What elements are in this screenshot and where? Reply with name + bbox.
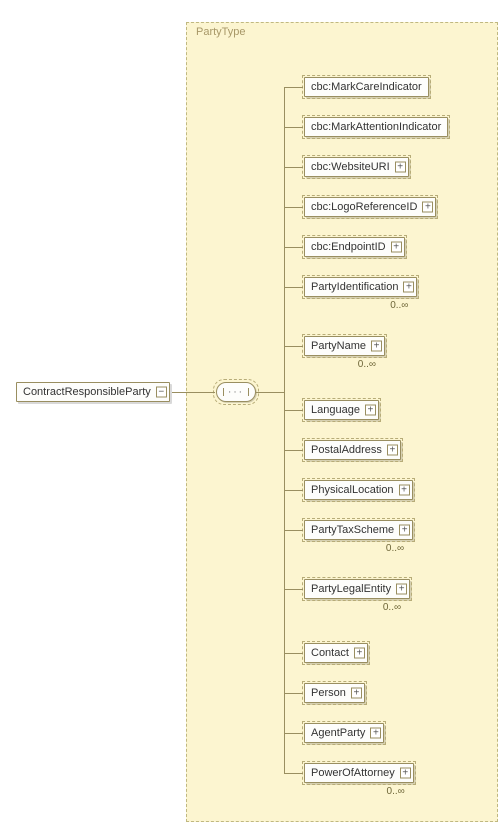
child-element-label: Contact — [311, 647, 349, 659]
root-element: ContractResponsibleParty − — [16, 382, 170, 402]
occurs-label: 0..∞ — [383, 602, 401, 613]
child-element: cbc:LogoReferenceID + — [304, 197, 436, 217]
child-element: PhysicalLocation + — [304, 480, 413, 500]
expand-icon[interactable]: + — [365, 405, 376, 416]
connector-line — [256, 392, 284, 393]
child-element-label: cbc:MarkCareIndicator — [311, 81, 422, 93]
child-element-label: PartyTaxScheme — [311, 524, 394, 536]
child-element: Person + — [304, 683, 365, 703]
child-element: PartyLegalEntity+0..∞ — [304, 579, 410, 599]
child-element: PartyName+0..∞ — [304, 336, 385, 356]
connector-line — [284, 733, 303, 734]
child-element-label: cbc:LogoReferenceID — [311, 201, 417, 213]
child-element: PartyTaxScheme+0..∞ — [304, 520, 413, 540]
child-element-label: Person — [311, 687, 346, 699]
child-element: PartyIdentification+0..∞ — [304, 277, 417, 297]
connector-line — [284, 127, 303, 128]
expand-icon[interactable]: + — [400, 768, 411, 779]
child-element-label: AgentParty — [311, 727, 365, 739]
root-element-label: ContractResponsibleParty — [23, 386, 151, 398]
connector-line — [284, 589, 303, 590]
connector-line — [284, 346, 303, 347]
connector-line — [284, 530, 303, 531]
sequence-node: ··· — [216, 382, 256, 402]
child-element-label: PowerOfAttorney — [311, 767, 395, 779]
child-element-label: Language — [311, 404, 360, 416]
child-element-label: PhysicalLocation — [311, 484, 394, 496]
expand-icon[interactable]: + — [354, 648, 365, 659]
child-element-label: cbc:EndpointID — [311, 241, 386, 253]
child-element: PowerOfAttorney+0..∞ — [304, 763, 414, 783]
connector-line — [284, 87, 285, 773]
connector-line — [284, 87, 303, 88]
schema-diagram: PartyType ContractResponsibleParty − ···… — [0, 0, 504, 834]
expand-icon[interactable]: + — [351, 688, 362, 699]
connector-line — [284, 450, 303, 451]
connector-line — [284, 490, 303, 491]
expand-icon[interactable]: + — [422, 202, 433, 213]
expand-icon[interactable]: + — [391, 242, 402, 253]
expand-icon[interactable]: + — [387, 445, 398, 456]
connector-line — [284, 773, 303, 774]
child-element: Contact + — [304, 643, 368, 663]
expand-icon[interactable]: + — [371, 341, 382, 352]
child-element-label: cbc:WebsiteURI — [311, 161, 390, 173]
expand-icon[interactable]: + — [399, 485, 410, 496]
child-element: cbc:MarkCareIndicator — [304, 77, 429, 97]
expand-icon[interactable]: + — [399, 525, 410, 536]
occurs-label: 0..∞ — [358, 359, 376, 370]
collapse-icon[interactable]: − — [156, 387, 167, 398]
child-element: cbc:WebsiteURI + — [304, 157, 409, 177]
occurs-label: 0..∞ — [387, 786, 405, 797]
child-element-label: cbc:MarkAttentionIndicator — [311, 121, 441, 133]
partytype-label: PartyType — [196, 26, 246, 38]
connector-line — [284, 410, 303, 411]
expand-icon[interactable]: + — [396, 584, 407, 595]
child-element: AgentParty + — [304, 723, 384, 743]
connector-line — [284, 207, 303, 208]
child-element: PostalAddress + — [304, 440, 401, 460]
connector-line — [284, 247, 303, 248]
connector-line — [172, 392, 215, 393]
child-element-label: PostalAddress — [311, 444, 382, 456]
expand-icon[interactable]: + — [403, 282, 414, 293]
child-element: cbc:EndpointID + — [304, 237, 405, 257]
child-element: cbc:MarkAttentionIndicator — [304, 117, 448, 137]
expand-icon[interactable]: + — [370, 728, 381, 739]
occurs-label: 0..∞ — [390, 300, 408, 311]
child-element-label: PartyLegalEntity — [311, 583, 391, 595]
connector-line — [284, 167, 303, 168]
child-element-label: PartyIdentification — [311, 281, 398, 293]
expand-icon[interactable]: + — [395, 162, 406, 173]
connector-line — [284, 653, 303, 654]
child-element: Language + — [304, 400, 379, 420]
child-element-label: PartyName — [311, 340, 366, 352]
connector-line — [284, 287, 303, 288]
connector-line — [284, 693, 303, 694]
occurs-label: 0..∞ — [386, 543, 404, 554]
